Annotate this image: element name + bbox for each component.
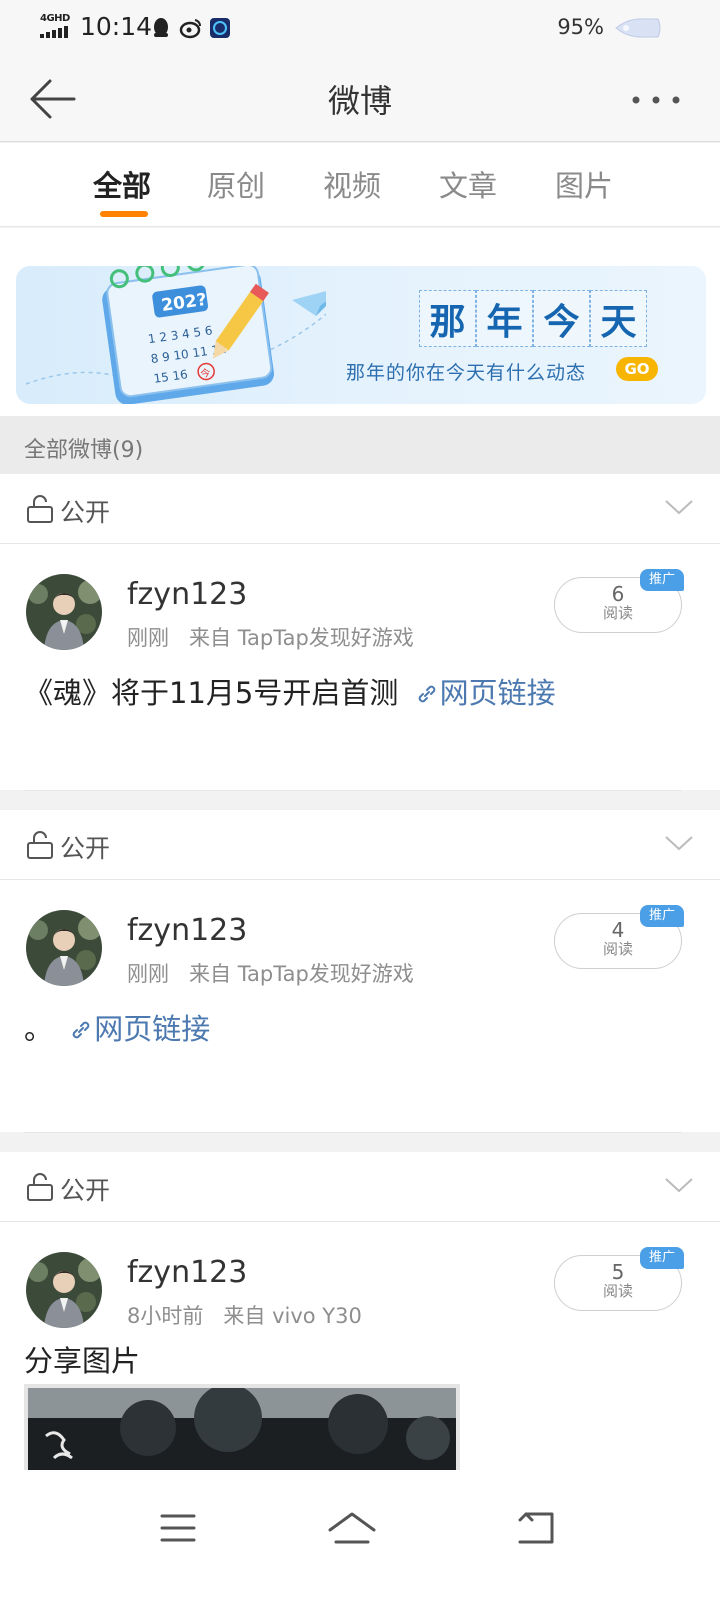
- banner-title-char: 那: [419, 290, 476, 347]
- unlock-icon: [27, 1173, 53, 1201]
- read-label: 阅读: [602, 940, 633, 958]
- post-card: 公开 fzyn123 8小时前 来自 vivo Y30 5 阅读 推广 分享图片: [0, 1152, 720, 1486]
- web-link[interactable]: 网页链接: [440, 676, 556, 710]
- unlock-icon: [27, 831, 53, 859]
- active-tab-indicator: [100, 211, 148, 217]
- promote-badge[interactable]: 推广: [640, 905, 684, 927]
- app-icon: [210, 18, 230, 38]
- privacy-label: 公开: [60, 834, 111, 863]
- post-meta: 刚刚 来自 TapTap发现好游戏: [127, 622, 414, 652]
- weibo-icon: [179, 19, 202, 39]
- banner-title-char: 天: [590, 290, 647, 347]
- banner-area: 202? 1 2 3 4 5 6 8 9 10 11 12 15 16 今 那 …: [0, 228, 720, 416]
- memory-banner[interactable]: 202? 1 2 3 4 5 6 8 9 10 11 12 15 16 今 那 …: [16, 266, 706, 404]
- home-button[interactable]: [322, 1508, 382, 1548]
- unlock-icon: [27, 495, 53, 523]
- web-link[interactable]: 网页链接: [94, 1012, 210, 1046]
- post-text-body: 。: [24, 1012, 54, 1046]
- go-button[interactable]: GO: [616, 357, 658, 381]
- clock: 10:14: [80, 12, 153, 41]
- post-source: 来自 TapTap发现好游戏: [189, 626, 414, 650]
- shared-image-content: [28, 1388, 456, 1470]
- notification-icons: [154, 18, 230, 39]
- post-time: 刚刚: [127, 626, 169, 650]
- username[interactable]: fzyn123: [127, 577, 247, 612]
- read-label: 阅读: [602, 604, 633, 622]
- username[interactable]: fzyn123: [127, 913, 247, 948]
- privacy-row[interactable]: 公开: [0, 474, 720, 544]
- chevron-down-icon[interactable]: [664, 834, 694, 852]
- avatar[interactable]: [26, 1252, 102, 1328]
- avatar-photo: [26, 574, 102, 650]
- home-icon: [328, 1512, 376, 1544]
- banner-title-char: 今: [533, 290, 590, 347]
- arrow-left-icon: [30, 79, 76, 119]
- post-text: 分享图片: [24, 1338, 140, 1380]
- tab-video[interactable]: 视频: [312, 163, 392, 205]
- post-time: 8小时前: [127, 1304, 204, 1328]
- avatar[interactable]: [26, 574, 102, 650]
- banner-title: 那 年 今 天: [419, 290, 647, 347]
- tab-all[interactable]: 全部: [82, 163, 162, 205]
- chevron-down-icon[interactable]: [664, 498, 694, 516]
- post-card: 公开 fzyn123 刚刚 来自 TapTap发现好游戏 4 阅读 推广 。 网…: [0, 810, 720, 1185]
- section-count-label: 全部微博(9): [24, 438, 144, 463]
- signal-icon: [40, 26, 68, 38]
- more-dots-icon: [632, 96, 680, 104]
- privacy-row[interactable]: 公开: [0, 810, 720, 880]
- post-meta: 8小时前 来自 vivo Y30: [127, 1300, 362, 1330]
- link-icon: [418, 685, 435, 703]
- username[interactable]: fzyn123: [127, 1255, 247, 1290]
- tab-pictures[interactable]: 图片: [544, 163, 624, 205]
- battery-icon: [615, 18, 661, 38]
- filter-tabs: 全部 原创 视频 文章 图片: [0, 143, 720, 227]
- banner-title-char: 年: [476, 290, 533, 347]
- tab-original[interactable]: 原创: [196, 163, 276, 205]
- privacy-label: 公开: [60, 1176, 111, 1205]
- back-nav-button[interactable]: [508, 1508, 568, 1548]
- privacy-label: 公开: [60, 498, 111, 527]
- promote-badge[interactable]: 推广: [640, 1247, 684, 1269]
- menu-icon: [160, 1514, 196, 1542]
- post-text-body: 分享图片: [24, 1344, 141, 1378]
- tab-article[interactable]: 文章: [428, 163, 508, 205]
- post-card: 公开 fzyn123 刚刚 来自 TapTap发现好游戏 6 阅读 推广 《魂》…: [0, 474, 720, 843]
- calendar-illustration: 202? 1 2 3 4 5 6 8 9 10 11 12 15 16 今: [25, 266, 326, 404]
- network-type: 4GHD: [40, 13, 70, 24]
- read-label: 阅读: [602, 1282, 633, 1300]
- back-button[interactable]: [24, 74, 80, 124]
- post-time: 刚刚: [127, 962, 169, 986]
- back-icon: [518, 1512, 554, 1544]
- status-bar: 4GHD 10:14 95%: [0, 0, 720, 56]
- more-button[interactable]: [628, 82, 684, 118]
- chevron-down-icon[interactable]: [664, 1176, 694, 1194]
- system-nav-bar: [0, 1486, 720, 1600]
- promote-badge[interactable]: 推广: [640, 569, 684, 591]
- post-meta: 刚刚 来自 TapTap发现好游戏: [127, 958, 414, 988]
- menu-button[interactable]: [148, 1508, 208, 1548]
- avatar[interactable]: [26, 910, 102, 986]
- battery-percent: 95%: [557, 15, 604, 39]
- section-header: 全部微博(9): [0, 416, 720, 474]
- post-text-body: 《魂》将于11月5号开启首测: [24, 676, 399, 710]
- privacy-row[interactable]: 公开: [0, 1152, 720, 1222]
- paper-plane-icon: [292, 291, 326, 316]
- banner-subtitle: 那年的你在今天有什么动态: [346, 362, 587, 384]
- post-text: 。 网页链接: [24, 1006, 210, 1048]
- shared-image[interactable]: [24, 1384, 460, 1470]
- page-title: 微博: [327, 82, 392, 120]
- post-text: 《魂》将于11月5号开启首测 网页链接: [24, 670, 556, 712]
- post-source: 来自 TapTap发现好游戏: [189, 962, 414, 986]
- post-source: 来自 vivo Y30: [223, 1304, 362, 1328]
- top-nav-bar: 微博: [0, 56, 720, 142]
- qq-icon: [154, 18, 168, 37]
- avatar-photo: [26, 910, 102, 986]
- avatar-photo: [26, 1252, 102, 1328]
- link-icon: [72, 1021, 90, 1039]
